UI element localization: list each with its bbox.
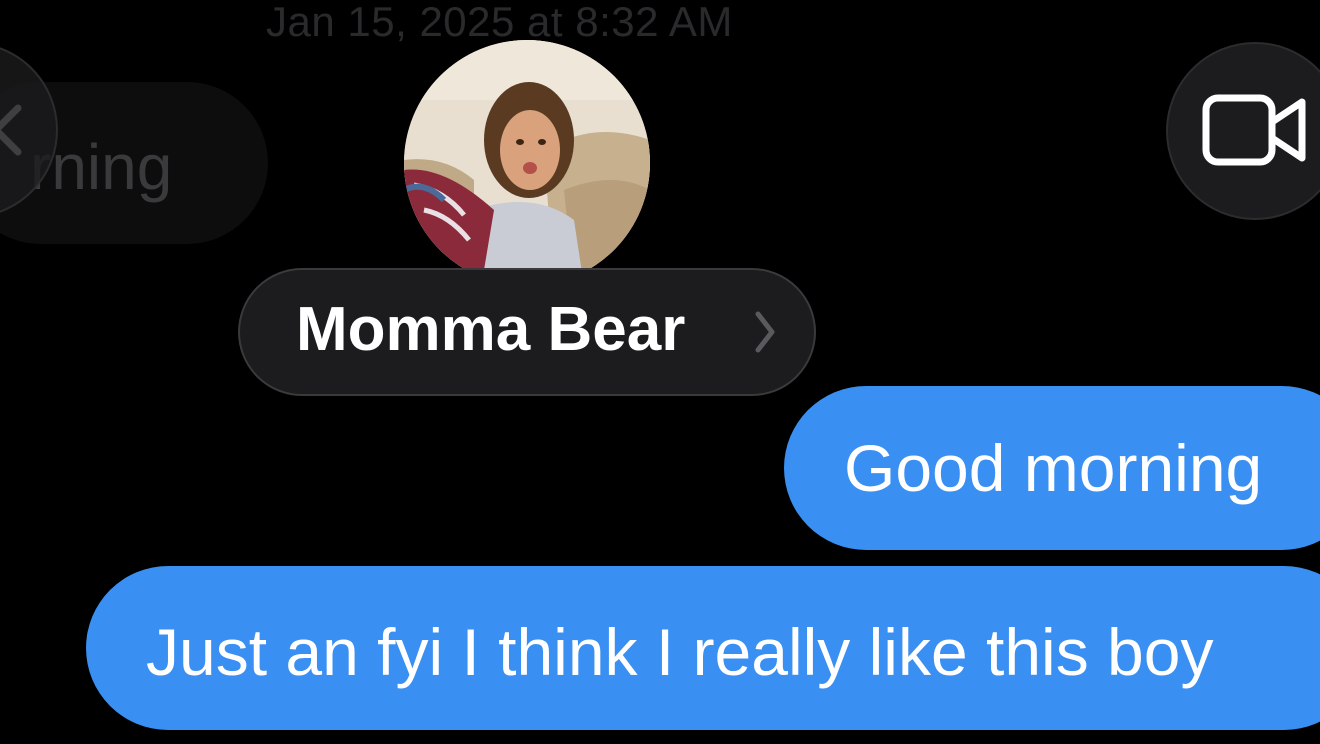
outgoing-message-bubble[interactable]: Good morning bbox=[784, 386, 1320, 550]
message-text: Just an fyi I think I really like this b… bbox=[146, 615, 1214, 689]
conversation-screen: Jan 15, 2025 at 8:32 AM rning Momma Bear… bbox=[0, 0, 1320, 744]
contact-name: Momma Bear bbox=[296, 295, 686, 364]
contact-name-button[interactable]: Momma Bear bbox=[238, 268, 816, 396]
message-text: Good morning bbox=[844, 431, 1263, 505]
chevron-right-icon bbox=[755, 311, 775, 353]
chevron-left-icon bbox=[0, 104, 22, 156]
contact-avatar[interactable] bbox=[404, 40, 650, 286]
video-camera-icon bbox=[1202, 94, 1306, 166]
facetime-video-button[interactable] bbox=[1166, 42, 1320, 220]
outgoing-message-bubble[interactable]: Just an fyi I think I really like this b… bbox=[86, 566, 1320, 730]
message-timestamp: Jan 15, 2025 at 8:32 AM bbox=[266, 0, 733, 45]
avatar-photo bbox=[404, 40, 650, 286]
